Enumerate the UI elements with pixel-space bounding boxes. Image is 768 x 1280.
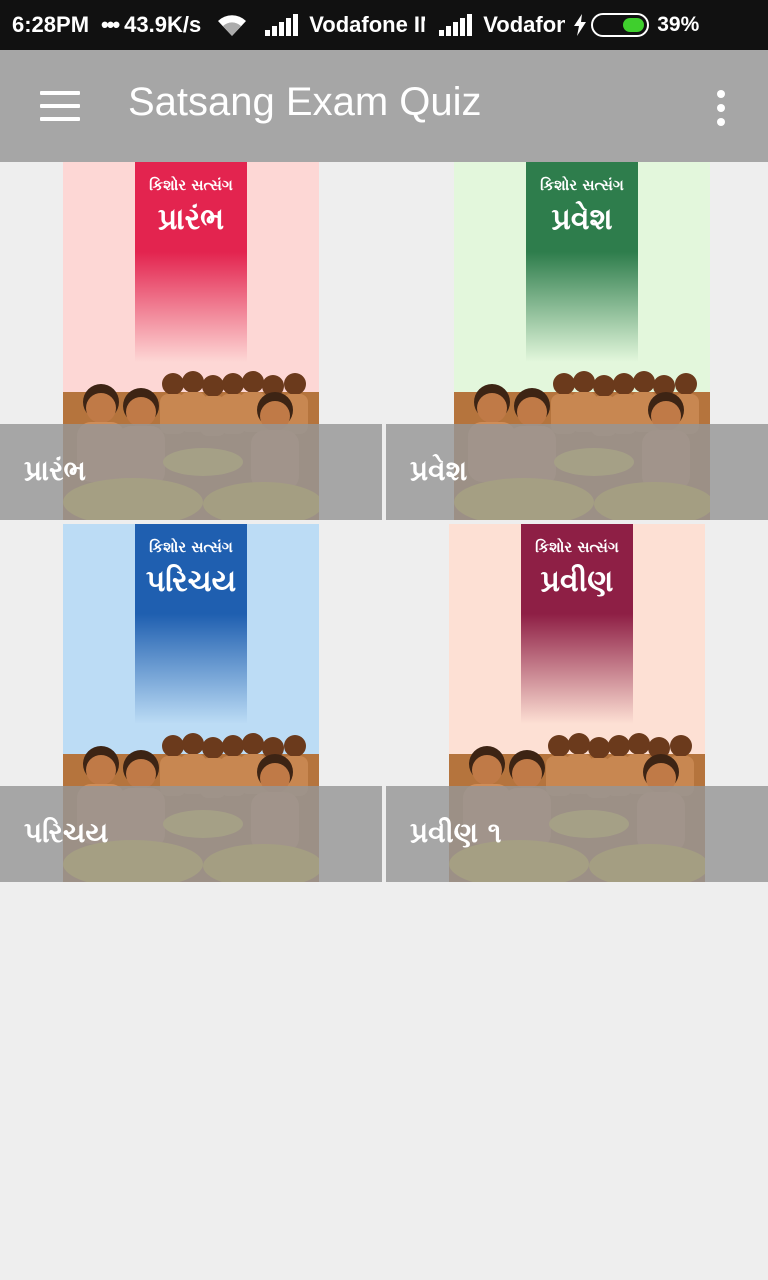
- tile-label: પ્રવીણ ૧: [410, 816, 502, 849]
- book-tile-pravesh[interactable]: કિશોર સત્સંગ પ્રવેશ પ્રવેશ: [386, 162, 768, 520]
- book-tile-pravin-1[interactable]: કિશોર સત્સંગ પ્રવીણ પ્રવીણ ૧: [386, 524, 768, 882]
- child-head: [202, 375, 224, 397]
- cover-series: કિશોર સત્સંગ: [149, 176, 233, 194]
- status-time: 6:28PM: [12, 12, 90, 37]
- child-head: [242, 371, 264, 393]
- child-head: [553, 373, 575, 395]
- charging-bolt-icon: [574, 14, 587, 36]
- carrier-2-name: Vodafone: [483, 12, 566, 37]
- book-tile-prarambh[interactable]: કિશોર સત્સંગ પ્રારંભ પ્રારંભ: [0, 162, 382, 520]
- tile-caption: પરિચય: [0, 786, 382, 882]
- child-head: [633, 371, 655, 393]
- cover-series: કિશોર સત્સંગ: [540, 176, 624, 194]
- battery-percent: 39%: [657, 13, 700, 36]
- child-head: [573, 371, 595, 393]
- child-face: [477, 393, 507, 423]
- tile-caption: પ્રવેશ: [386, 424, 768, 520]
- status-bar: 6:28PM ••• 43.9K/s Vodafone IN Vodafone …: [0, 0, 768, 50]
- cover-series: કિશોર સત્સંગ: [535, 538, 619, 556]
- tile-caption: પ્રારંભ: [0, 424, 382, 520]
- book-tile-parichay[interactable]: કિશોર સત્સંગ પરિચય પરિચય: [0, 524, 382, 882]
- child-head: [675, 373, 697, 395]
- hamburger-menu-icon[interactable]: [36, 88, 84, 124]
- wifi-icon: [218, 15, 247, 37]
- child-head: [284, 735, 306, 757]
- tile-label: પ્રારંભ: [24, 454, 86, 487]
- child-head: [548, 735, 570, 757]
- cover-title: પ્રવીણ: [540, 564, 614, 599]
- child-head: [242, 733, 264, 755]
- child-head: [182, 733, 204, 755]
- notification-dots: •••: [101, 12, 120, 37]
- child-head: [608, 735, 630, 757]
- signal-icon-2: [439, 14, 473, 36]
- child-head: [222, 373, 244, 395]
- child-face: [472, 755, 502, 785]
- child-face: [512, 759, 542, 789]
- cover-title: પ્રારંભ: [157, 202, 225, 237]
- child-head: [613, 373, 635, 395]
- network-speed: 43.9K/s: [124, 12, 202, 37]
- child-head: [588, 737, 610, 759]
- child-head: [670, 735, 692, 757]
- child-head: [182, 371, 204, 393]
- cover-series: કિશોર સત્સંગ: [149, 538, 233, 556]
- child-head: [284, 373, 306, 395]
- child-head: [202, 737, 224, 759]
- signal-icon: [265, 14, 299, 36]
- tile-caption: પ્રવીણ ૧: [386, 786, 768, 882]
- child-head: [222, 735, 244, 757]
- child-face: [517, 397, 547, 427]
- tile-label: પરિચય: [24, 816, 109, 849]
- tile-label: પ્રવેશ: [410, 454, 468, 487]
- child-head: [568, 733, 590, 755]
- carrier-1-name: Vodafone IN: [309, 12, 426, 37]
- child-head: [593, 375, 615, 397]
- app-title: Satsang Exam Quiz: [128, 80, 482, 124]
- battery-fill: [623, 18, 645, 32]
- child-head: [162, 735, 184, 757]
- child-head: [628, 733, 650, 755]
- child-head: [162, 373, 184, 395]
- cover-title: પ્રવેશ: [551, 202, 613, 237]
- child-face: [126, 759, 156, 789]
- app-toolbar: Satsang Exam Quiz: [0, 50, 768, 162]
- child-face: [86, 393, 116, 423]
- cover-title: પરિચય: [145, 564, 237, 599]
- child-face: [86, 755, 116, 785]
- battery-icon: [591, 13, 650, 37]
- child-face: [126, 397, 156, 427]
- overflow-menu-icon[interactable]: [706, 88, 736, 128]
